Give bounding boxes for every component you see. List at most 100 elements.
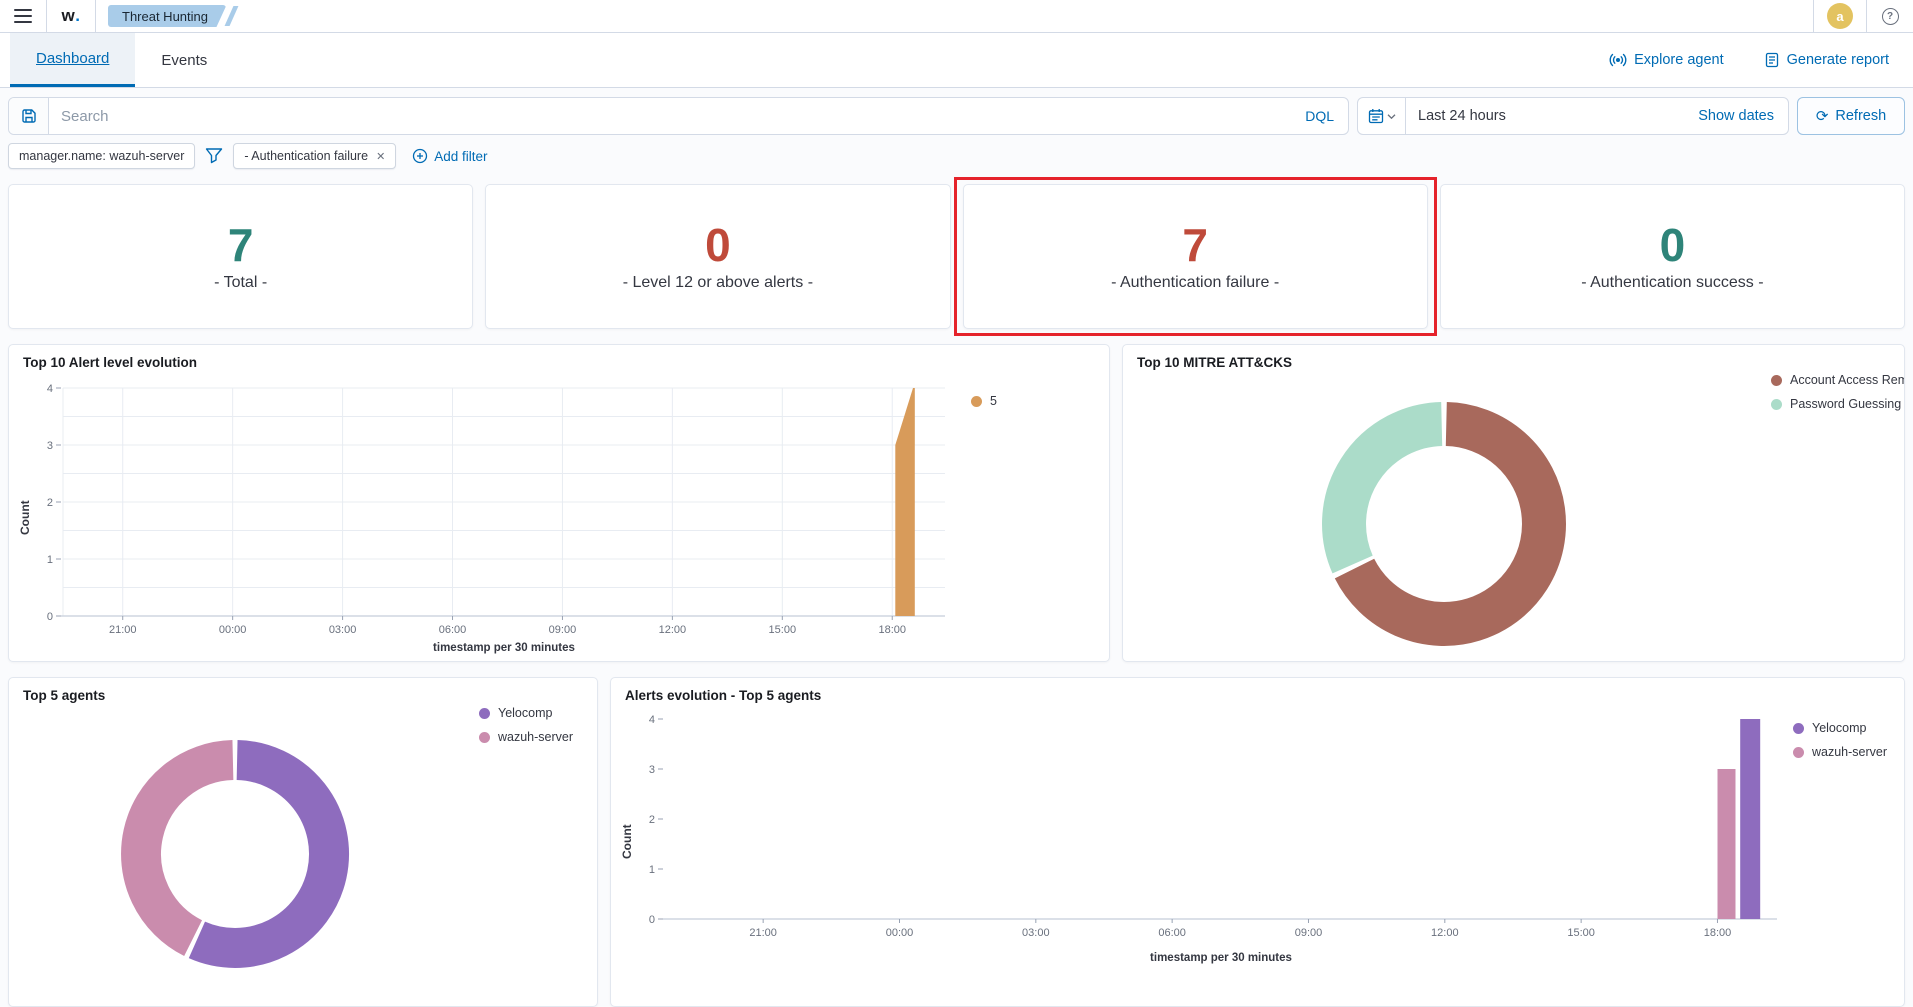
refresh-label: Refresh: [1835, 108, 1886, 124]
filter-pill-label: manager.name: wazuh-server: [19, 149, 184, 163]
chart-title: Top 10 MITRE ATT&CKS: [1137, 355, 1896, 370]
x-tick-label: 21:00: [109, 624, 137, 636]
x-tick-label: 18:00: [1704, 927, 1732, 939]
stat-card-authentication-success: 0 - Authentication success -: [1440, 184, 1905, 329]
legend-label: wazuh-server: [498, 730, 573, 744]
menu-button[interactable]: [0, 0, 46, 32]
breadcrumb[interactable]: Threat Hunting: [108, 0, 234, 32]
breadcrumb-badge[interactable]: Threat Hunting: [108, 5, 226, 27]
broadcast-icon: [1609, 51, 1627, 69]
y-tick-label: 0: [649, 914, 655, 926]
chevron-down-icon: [1387, 113, 1396, 120]
top-bar: w. Threat Hunting a ?: [0, 0, 1913, 33]
plus-circle-icon: [412, 148, 428, 164]
stat-value-1: 0: [705, 222, 731, 268]
tab-dashboard[interactable]: Dashboard: [10, 33, 135, 87]
topbar-spacer: [234, 0, 1813, 32]
y-tick-label: 2: [47, 497, 53, 509]
x-axis-title: timestamp per 30 minutes: [433, 642, 575, 654]
x-tick-label: 06:00: [1158, 927, 1186, 939]
filter-pill-authentication-failure[interactable]: - Authentication failure ✕: [233, 143, 396, 169]
x-tick-label: 12:00: [1431, 927, 1459, 939]
legend-dot-icon: [971, 396, 982, 407]
add-filter-label: Add filter: [434, 149, 487, 164]
generate-report-button[interactable]: Generate report: [1758, 51, 1895, 69]
divider: [95, 0, 96, 32]
query-language-button[interactable]: DQL: [1291, 98, 1348, 134]
stat-card-authentication-failure: 7 - Authentication failure -: [963, 184, 1428, 329]
chart-legend: Yelocomp wazuh-server: [479, 706, 573, 754]
legend-dot-icon: [1793, 747, 1804, 758]
stat-card-level-12: 0 - Level 12 or above alerts -: [485, 184, 950, 329]
avatar[interactable]: a: [1827, 3, 1853, 29]
charts-row-2: Top 5 agents Yelocomp wazuh-server Alerts…: [8, 677, 1905, 1007]
stat-value-3: 0: [1660, 222, 1686, 268]
y-axis-title: Count: [17, 374, 33, 661]
x-tick-label: 21:00: [749, 927, 777, 939]
stat-label-2: - Authentication failure -: [1111, 274, 1279, 292]
legend-label: Password Guessing: [1790, 397, 1901, 411]
y-tick-label: 2: [649, 814, 655, 826]
save-query-icon: [21, 108, 37, 124]
calendar-button[interactable]: [1358, 98, 1406, 134]
x-tick-label: 00:00: [886, 927, 914, 939]
filter-funnel-icon[interactable]: [205, 147, 223, 165]
legend-item[interactable]: wazuh-server: [1793, 745, 1887, 759]
refresh-icon: ⟳: [1816, 109, 1829, 124]
legend-label: Yelocomp: [498, 706, 552, 720]
filter-pill-label: - Authentication failure: [244, 149, 368, 163]
tab-events[interactable]: Events: [135, 33, 233, 87]
help-icon[interactable]: ?: [1882, 8, 1899, 25]
tab-bar: Dashboard Events Explore agent Generate …: [0, 33, 1913, 88]
legend-label: 5: [990, 394, 997, 408]
donut-slice-1: [141, 760, 233, 938]
y-axis-title: Count: [619, 707, 635, 977]
add-filter-button[interactable]: Add filter: [406, 147, 493, 165]
generate-report-label: Generate report: [1787, 52, 1889, 68]
y-tick-label: 3: [47, 440, 53, 452]
legend-item[interactable]: Account Access Removal: [1771, 373, 1905, 387]
refresh-button[interactable]: ⟳ Refresh: [1797, 97, 1905, 135]
logo-dot: .: [75, 6, 80, 26]
legend-label: Yelocomp: [1812, 721, 1866, 735]
alert-level-evolution-chart: 0123421:0000:0003:0006:0009:0012:0015:00…: [33, 374, 953, 661]
chart-title: Top 5 agents: [23, 688, 589, 703]
x-tick-label: 18:00: [878, 624, 906, 636]
wazuh-logo[interactable]: w.: [47, 0, 95, 32]
stat-value-0: 7: [228, 222, 254, 268]
stat-card-total: 7 - Total -: [8, 184, 473, 329]
time-range-value[interactable]: Last 24 hours: [1406, 108, 1518, 124]
alert-level-evolution-card: Top 10 Alert level evolution Count 01234…: [8, 344, 1110, 662]
legend-dot-icon: [1793, 723, 1804, 734]
y-tick-label: 3: [649, 764, 655, 776]
x-tick-label: 12:00: [659, 624, 687, 636]
explore-agent-button[interactable]: Explore agent: [1603, 50, 1729, 70]
bar-wazuh-server: [1718, 769, 1736, 919]
y-tick-label: 4: [649, 714, 655, 726]
legend-dot-icon: [479, 708, 490, 719]
search-input[interactable]: [49, 108, 1291, 125]
show-dates-link[interactable]: Show dates: [1692, 107, 1788, 125]
legend-label: Account Access Removal: [1790, 373, 1905, 387]
legend-label: wazuh-server: [1812, 745, 1887, 759]
saved-query-button[interactable]: [9, 98, 49, 134]
stat-label-1: - Level 12 or above alerts -: [623, 274, 813, 292]
stat-label-3: - Authentication success -: [1581, 274, 1763, 292]
x-axis-title: timestamp per 30 minutes: [1150, 952, 1292, 964]
filter-row: manager.name: wazuh-server - Authenticat…: [8, 143, 1905, 169]
filter-pill-manager-name[interactable]: manager.name: wazuh-server: [8, 143, 195, 169]
alerts-evolution-card: Alerts evolution - Top 5 agents Count 01…: [610, 677, 1905, 1007]
area-series-5: [895, 388, 915, 616]
chart-legend: Yelocomp wazuh-server: [1785, 707, 1887, 977]
legend-item[interactable]: 5: [971, 394, 997, 408]
legend-item[interactable]: Password Guessing: [1771, 397, 1905, 411]
legend-item[interactable]: Yelocomp: [479, 706, 573, 720]
legend-item[interactable]: wazuh-server: [479, 730, 573, 744]
dashboard-content: 7 - Total - 0 - Level 12 or above alerts…: [0, 169, 1913, 1007]
remove-filter-icon[interactable]: ✕: [374, 150, 385, 163]
x-tick-label: 15:00: [769, 624, 797, 636]
legend-dot-icon: [479, 732, 490, 743]
search-bar: DQL: [8, 97, 1349, 135]
summary-stats-row: 7 - Total - 0 - Level 12 or above alerts…: [8, 184, 1905, 329]
legend-item[interactable]: Yelocomp: [1793, 721, 1887, 735]
